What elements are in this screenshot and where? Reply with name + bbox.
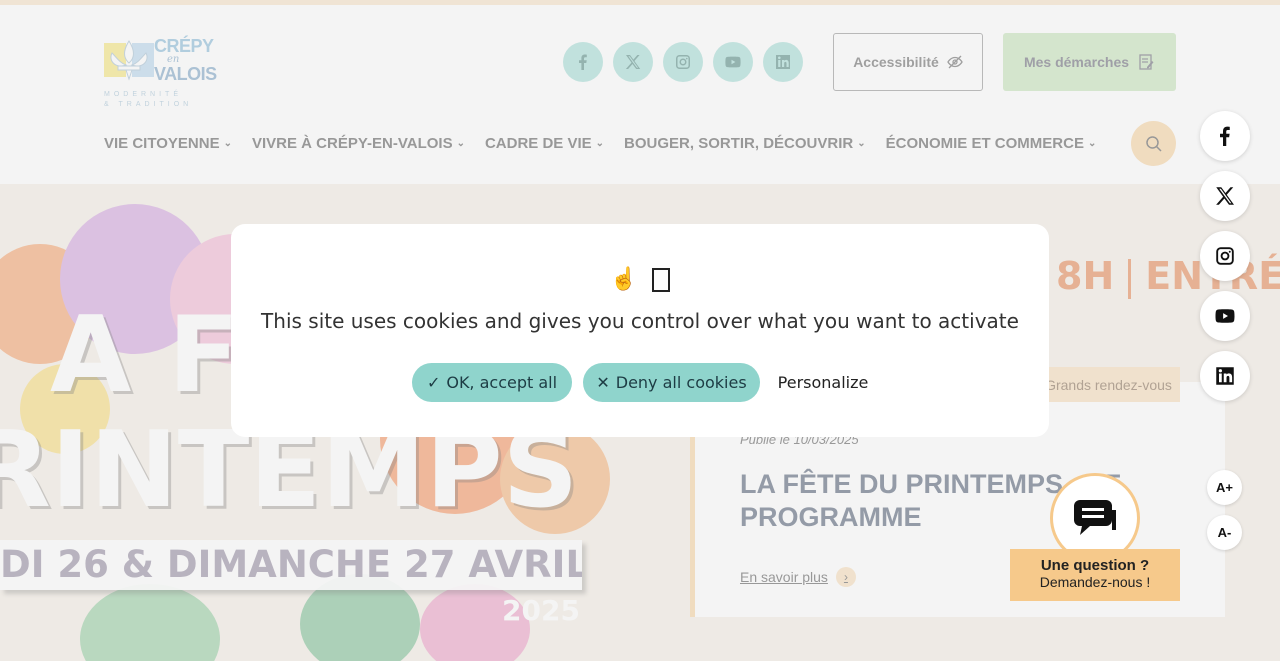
instagram-icon xyxy=(1216,247,1234,265)
chat-prompt[interactable]: Une question ? Demandez-nous ! xyxy=(1010,549,1180,601)
chat-bubbles-icon xyxy=(1074,500,1116,535)
chat-title: Une question ? xyxy=(1040,557,1150,574)
facebook-icon xyxy=(1220,126,1230,146)
header-facebook-button[interactable] xyxy=(563,42,603,82)
cookie-message: This site uses cookies and gives you con… xyxy=(261,309,1019,333)
nav-item-label: BOUGER, SORTIR, DÉCOUVRIR xyxy=(624,135,854,152)
chat-subtitle: Demandez-nous ! xyxy=(1039,574,1151,590)
accept-all-button[interactable]: ✓ OK, accept all xyxy=(412,363,572,402)
logo-name-line1: CRÉPY xyxy=(154,36,214,56)
nav-item-vivre-a-crepy[interactable]: VIVRE À CRÉPY-EN-VALOIS ⌄ xyxy=(252,135,465,152)
accessibility-button[interactable]: Accessibilité xyxy=(833,33,983,91)
leaf-decoration xyxy=(80,584,220,661)
rail-x-button[interactable] xyxy=(1200,171,1250,221)
eye-slash-icon xyxy=(947,55,963,69)
youtube-icon xyxy=(1215,309,1235,323)
site-header: CRÉPY en VALOIS MODERNITÉ & TRADITION Ac… xyxy=(0,5,1280,184)
x-icon xyxy=(625,55,641,69)
rail-facebook-button[interactable] xyxy=(1200,111,1250,161)
youtube-icon xyxy=(725,56,741,68)
site-logo[interactable]: CRÉPY en VALOIS MODERNITÉ & TRADITION xyxy=(104,36,217,110)
poster-year: 2025 xyxy=(502,594,580,627)
chevron-down-icon: ⌄ xyxy=(857,138,866,149)
search-icon xyxy=(1145,135,1162,152)
chevron-down-icon: ⌄ xyxy=(456,138,465,149)
close-icon: ✕ xyxy=(596,373,610,392)
personalize-button[interactable]: Personalize xyxy=(771,363,875,402)
deny-all-button[interactable]: ✕ Deny all cookies xyxy=(583,363,760,402)
read-more-link[interactable]: En savoir plus › xyxy=(740,567,856,587)
nav-item-vie-citoyenne[interactable]: VIE CITOYENNE ⌄ xyxy=(104,135,232,152)
nav-item-economie-commerce[interactable]: ÉCONOMIE ET COMMERCE ⌄ xyxy=(886,135,1097,152)
card-category-tag: Grands rendez-vous xyxy=(1027,367,1180,402)
rail-instagram-button[interactable] xyxy=(1200,231,1250,281)
deny-all-label: Deny all cookies xyxy=(615,373,747,392)
rail-youtube-button[interactable] xyxy=(1200,291,1250,341)
main-nav: VIE CITOYENNE ⌄ VIVRE À CRÉPY-EN-VALOIS … xyxy=(104,135,1096,152)
fleur-de-lis-icon xyxy=(104,40,154,81)
read-more-label: En savoir plus xyxy=(740,569,828,585)
chevron-right-icon: › xyxy=(835,567,856,587)
check-icon: ✓ xyxy=(426,373,441,392)
divider xyxy=(1128,258,1132,299)
nav-item-label: ÉCONOMIE ET COMMERCE xyxy=(885,135,1084,152)
nav-item-bouger-sortir[interactable]: BOUGER, SORTIR, DÉCOUVRIR ⌄ xyxy=(624,135,866,152)
header-youtube-button[interactable] xyxy=(713,42,753,82)
font-increase-button[interactable]: A+ xyxy=(1207,470,1242,505)
event-hours: 8H xyxy=(1056,254,1115,298)
demarches-label: Mes démarches xyxy=(1023,54,1130,70)
accessibility-label: Accessibilité xyxy=(853,54,939,70)
chevron-down-icon: ⌄ xyxy=(1087,138,1097,149)
facebook-icon xyxy=(579,54,587,70)
cookie-icons: ☝ xyxy=(231,266,1049,293)
form-edit-icon xyxy=(1139,54,1154,70)
search-button[interactable] xyxy=(1131,121,1176,166)
instagram-icon xyxy=(676,55,690,69)
x-icon xyxy=(1216,187,1234,205)
linkedin-icon xyxy=(776,55,790,69)
chevron-down-icon: ⌄ xyxy=(595,138,605,149)
poster-dates: DI 26 & DIMANCHE 27 AVRIL xyxy=(0,540,582,590)
logo-tagline-line2: & TRADITION xyxy=(104,101,193,108)
accept-all-label: OK, accept all xyxy=(446,373,558,392)
rail-linkedin-button[interactable] xyxy=(1200,351,1250,401)
linkedin-icon xyxy=(1216,367,1234,385)
header-x-button[interactable] xyxy=(613,42,653,82)
logo-name-line2: VALOIS xyxy=(154,64,217,84)
cookie-consent-dialog: ☝ This site uses cookies and gives you c… xyxy=(231,224,1049,437)
logo-tagline-line1: MODERNITÉ xyxy=(104,91,182,98)
font-decrease-button[interactable]: A- xyxy=(1207,515,1242,550)
nav-item-label: VIVRE À CRÉPY-EN-VALOIS xyxy=(251,135,453,152)
nav-item-cadre-de-vie[interactable]: CADRE DE VIE ⌄ xyxy=(485,135,604,152)
demarches-button[interactable]: Mes démarches xyxy=(1003,33,1176,91)
nav-item-label: CADRE DE VIE xyxy=(484,135,592,152)
checkbox-icon xyxy=(651,268,670,293)
header-instagram-button[interactable] xyxy=(663,42,703,82)
pointing-hand-icon: ☝ xyxy=(610,266,638,291)
logo-tagline: MODERNITÉ & TRADITION xyxy=(104,90,192,110)
chevron-down-icon: ⌄ xyxy=(223,138,232,149)
header-linkedin-button[interactable] xyxy=(763,42,803,82)
nav-item-label: VIE CITOYENNE xyxy=(104,135,220,152)
